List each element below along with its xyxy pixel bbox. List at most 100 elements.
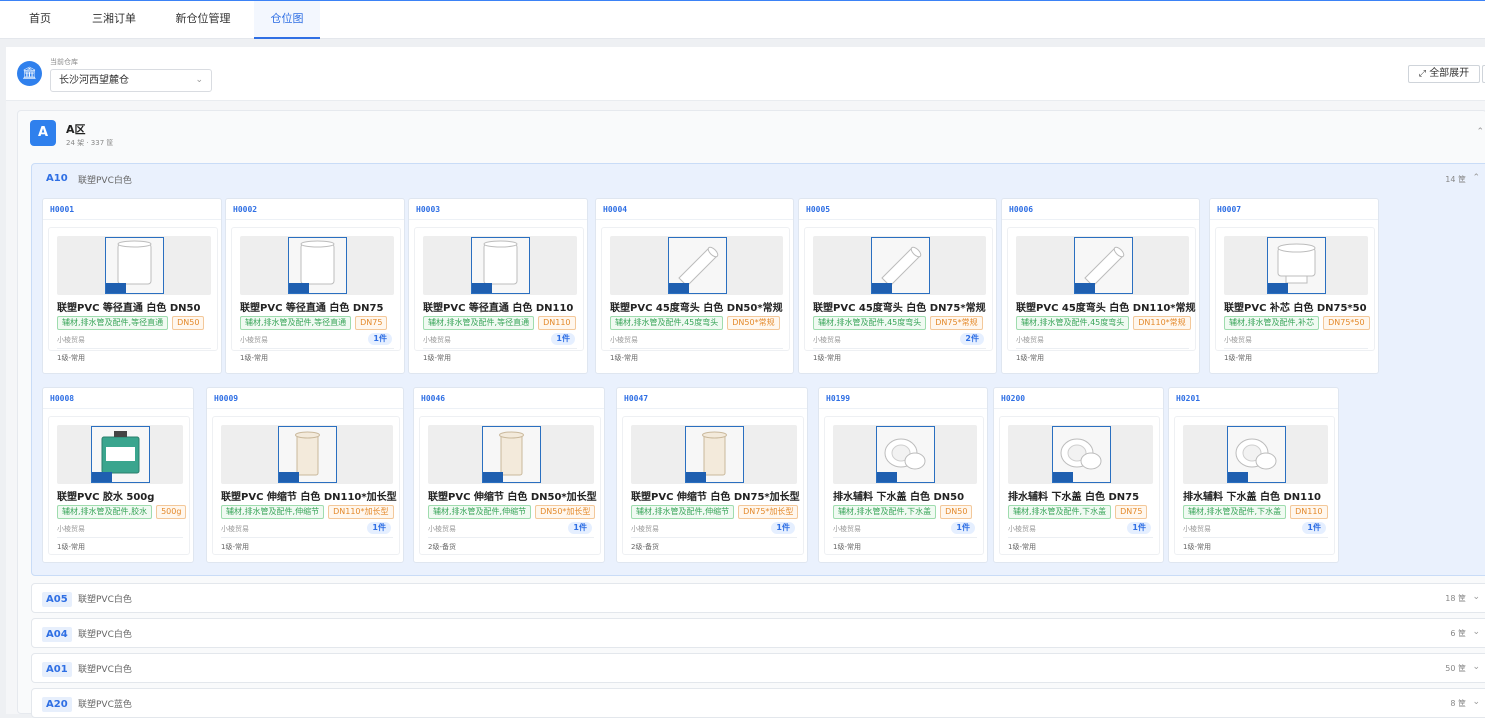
chevron-up-icon[interactable]: ⌃	[1472, 173, 1480, 183]
stock-level: 1级-常用	[833, 543, 861, 551]
location-slot[interactable]: H0002 联塑PVC 等径直通 白色 DN75 辅材,排水管及配件,等径直通 D…	[225, 198, 405, 374]
spec-tag: DN75*50	[1323, 316, 1370, 330]
divider	[833, 537, 977, 538]
tab-new-location-management[interactable]: 新仓位管理	[164, 1, 242, 39]
divider	[596, 219, 793, 220]
chevron-down-icon[interactable]: ⌄	[1472, 592, 1480, 602]
spec-tag: DN110*加长型	[328, 505, 394, 519]
location-slot[interactable]: H0003 联塑PVC 等径直通 白色 DN110 辅材,排水管及配件,等径直通…	[408, 198, 588, 374]
chevron-down-icon[interactable]: ⌄	[1472, 627, 1480, 637]
spec-tag: DN50*常规	[727, 316, 780, 330]
location-slot[interactable]: H0199 排水辅料 下水盖 白色 DN50 辅材,排水管及配件,下水盖 DN50…	[818, 387, 988, 563]
product-card[interactable]: 联塑PVC 45度弯头 白色 DN50*常规 辅材,排水管及配件,45度弯头 DN…	[601, 227, 790, 362]
slot-code: H0005	[806, 205, 831, 214]
product-tags: 辅材,排水管及配件,下水盖 DN75	[1008, 505, 1151, 519]
product-thumbnail	[288, 237, 347, 294]
chevron-up-icon[interactable]: ⌃	[1476, 127, 1484, 137]
product-thumbnail	[876, 426, 935, 483]
stock-level: 1级-常用	[57, 543, 85, 551]
shelf-name: 联塑PVC白色	[78, 630, 132, 640]
product-thumbnail	[91, 426, 150, 483]
shelf-collapsed[interactable]: A01 联塑PVC白色 50 筐 ⌄	[31, 653, 1485, 683]
brand-label-icon	[1052, 472, 1073, 482]
divider	[799, 219, 996, 220]
category-tag: 辅材,排水管及配件,下水盖	[1008, 505, 1112, 519]
supplier-name: 小棱贸易	[423, 336, 451, 344]
divider	[226, 219, 404, 220]
product-card[interactable]: 联塑PVC 补芯 白色 DN75*50 辅材,排水管及配件,补芯 DN75*50 …	[1215, 227, 1375, 362]
product-name: 排水辅料 下水盖 白色 DN75	[1008, 492, 1140, 503]
location-slot[interactable]: H0047 联塑PVC 伸缩节 白色 DN75*加长型 辅材,排水管及配件,伸缩…	[616, 387, 808, 563]
shelf-collapsed[interactable]: A05 联塑PVC白色 18 筐 ⌄	[31, 583, 1485, 613]
category-tag: 辅材,排水管及配件,45度弯头	[813, 316, 927, 330]
location-slot[interactable]: H0004 联塑PVC 45度弯头 白色 DN50*常规 辅材,排水管及配件,4…	[595, 198, 794, 374]
chevron-down-icon[interactable]: ⌄	[1472, 697, 1480, 707]
stock-level: 1级-常用	[1183, 543, 1211, 551]
chevron-down-icon[interactable]: ⌄	[1472, 662, 1480, 672]
product-name: 联塑PVC 伸缩节 白色 DN110*加长型	[221, 492, 397, 503]
product-card[interactable]: 联塑PVC 45度弯头 白色 DN75*常规 辅材,排水管及配件,45度弯头 DN…	[804, 227, 993, 362]
supplier-name: 小棱贸易	[813, 336, 841, 344]
category-tag: 辅材,排水管及配件,45度弯头	[610, 316, 724, 330]
supplier-name: 小棱贸易	[1016, 336, 1044, 344]
product-name: 联塑PVC 45度弯头 白色 DN50*常规	[610, 303, 783, 314]
product-card[interactable]: 联塑PVC 45度弯头 白色 DN110*常规 辅材,排水管及配件,45度弯头 D…	[1007, 227, 1196, 362]
product-card[interactable]: 联塑PVC 伸缩节 白色 DN110*加长型 辅材,排水管及配件,伸缩节 DN11…	[212, 416, 400, 555]
location-slot[interactable]: H0201 排水辅料 下水盖 白色 DN110 辅材,排水管及配件,下水盖 DN1…	[1168, 387, 1339, 563]
location-slot[interactable]: H0001 联塑PVC 等径直通 白色 DN50 辅材,排水管及配件,等径直通 D…	[42, 198, 222, 374]
product-card[interactable]: 排水辅料 下水盖 白色 DN50 辅材,排水管及配件,下水盖 DN50 小棱贸易 …	[824, 416, 984, 555]
product-image-area	[240, 236, 394, 295]
divider	[617, 408, 807, 409]
product-card[interactable]: 联塑PVC 胶水 500g 辅材,排水管及配件,胶水 500g 小棱贸易 1级-常…	[48, 416, 190, 555]
product-thumbnail	[870, 237, 930, 294]
shelf-name: 联塑PVC白色	[78, 665, 132, 675]
tab-sanxiang-orders[interactable]: 三湘订单	[82, 1, 146, 39]
product-card[interactable]: 联塑PVC 伸缩节 白色 DN50*加长型 辅材,排水管及配件,伸缩节 DN50*…	[419, 416, 601, 555]
location-slot[interactable]: H0046 联塑PVC 伸缩节 白色 DN50*加长型 辅材,排水管及配件,伸缩…	[413, 387, 605, 563]
product-card[interactable]: 排水辅料 下水盖 白色 DN110 辅材,排水管及配件,下水盖 DN110 小棱贸…	[1174, 416, 1335, 555]
product-card[interactable]: 排水辅料 下水盖 白色 DN75 辅材,排水管及配件,下水盖 DN75 小棱贸易 …	[999, 416, 1160, 555]
zone-title: A区	[66, 123, 86, 136]
divider	[1002, 219, 1199, 220]
product-card[interactable]: 联塑PVC 等径直通 白色 DN50 辅材,排水管及配件,等径直通 DN50 小棱…	[48, 227, 218, 362]
brand-label-icon	[877, 472, 897, 482]
product-image-area	[428, 425, 594, 484]
product-tags: 辅材,排水管及配件,等径直通 DN110	[423, 316, 580, 330]
category-tag: 辅材,排水管及配件,伸缩节	[631, 505, 735, 519]
location-slot[interactable]: H0009 联塑PVC 伸缩节 白色 DN110*加长型 辅材,排水管及配件,伸…	[206, 387, 404, 563]
shelf-collapsed[interactable]: A04 联塑PVC白色 6 筐 ⌄	[31, 618, 1485, 648]
location-slot[interactable]: H0005 联塑PVC 45度弯头 白色 DN75*常规 辅材,排水管及配件,4…	[798, 198, 997, 374]
product-card[interactable]: 联塑PVC 伸缩节 白色 DN75*加长型 辅材,排水管及配件,伸缩节 DN75*…	[622, 416, 804, 555]
warehouse-select[interactable]: 长沙河西望麓仓 ⌄	[50, 69, 212, 92]
shelf-code: A04	[42, 627, 72, 642]
location-slot[interactable]: H0008 联塑PVC 胶水 500g 辅材,排水管及配件,胶水 500g 小棱贸…	[42, 387, 194, 563]
shelf-code[interactable]: A10	[46, 173, 68, 184]
stock-level: 1级-常用	[813, 354, 841, 362]
product-tags: 辅材,排水管及配件,45度弯头 DN50*常规	[610, 316, 784, 330]
quantity-badge: 1件	[367, 522, 391, 534]
slot-code: H0008	[50, 394, 75, 403]
chevron-down-icon: ⌄	[195, 75, 203, 85]
shelf-count: 18 筐	[1445, 594, 1466, 603]
location-slot[interactable]: H0007 联塑PVC 补芯 白色 DN75*50 辅材,排水管及配件,补芯 DN…	[1209, 198, 1379, 374]
category-tag: 辅材,排水管及配件,伸缩节	[428, 505, 532, 519]
divider	[1008, 537, 1153, 538]
product-tags: 辅材,排水管及配件,补芯 DN75*50	[1224, 316, 1374, 330]
product-card[interactable]: 联塑PVC 等径直通 白色 DN75 辅材,排水管及配件,等径直通 DN75 小棱…	[231, 227, 401, 362]
divider	[409, 219, 587, 220]
warehouse-bar: 🏛 当前仓库 长沙河西望麓仓 ⌄ ⤢ 全部展开	[6, 47, 1485, 101]
spec-tag: DN110*常规	[1133, 316, 1191, 330]
expand-all-button[interactable]: ⤢ 全部展开	[1408, 65, 1480, 83]
product-name: 联塑PVC 等径直通 白色 DN50	[57, 303, 201, 314]
supplier-name: 小棱贸易	[833, 525, 861, 533]
location-slot[interactable]: H0200 排水辅料 下水盖 白色 DN75 辅材,排水管及配件,下水盖 DN75…	[993, 387, 1164, 563]
product-name: 联塑PVC 45度弯头 白色 DN75*常规	[813, 303, 986, 314]
tab-home[interactable]: 首页	[14, 1, 66, 39]
tab-location-map[interactable]: 仓位图	[254, 1, 320, 39]
product-card[interactable]: 联塑PVC 等径直通 白色 DN110 辅材,排水管及配件,等径直通 DN110 …	[414, 227, 584, 362]
category-tag: 辅材,排水管及配件,等径直通	[423, 316, 535, 330]
location-slot[interactable]: H0006 联塑PVC 45度弯头 白色 DN110*常规 辅材,排水管及配件,…	[1001, 198, 1200, 374]
warehouse-select-value: 长沙河西望麓仓	[59, 75, 129, 86]
product-thumbnail	[667, 237, 727, 294]
product-image-area	[1008, 425, 1153, 484]
